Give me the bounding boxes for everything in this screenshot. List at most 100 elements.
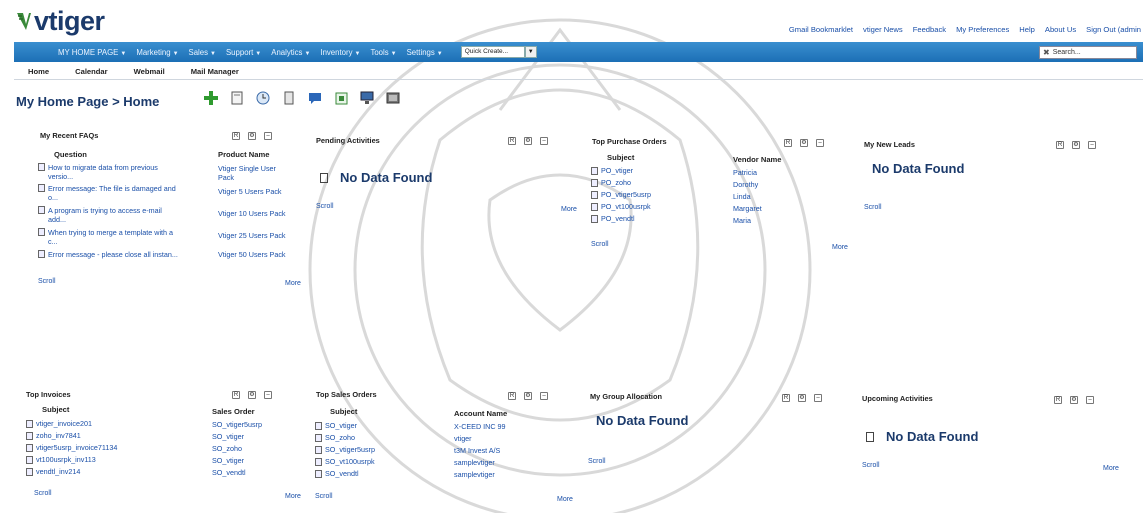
list-item[interactable]: How to migrate data from previous <box>38 163 178 172</box>
vendor-name[interactable]: Margaret <box>733 203 762 215</box>
refresh-icon[interactable]: R <box>1056 141 1064 149</box>
menu-my-home-page[interactable]: MY HOME PAGE ▼ <box>58 48 126 57</box>
more-link[interactable]: More <box>832 244 848 251</box>
list-item[interactable]: PO_vt100usrpk <box>591 201 651 213</box>
account-name[interactable]: samplevtiger <box>454 469 506 481</box>
list-item[interactable]: vendtl_inv214 <box>26 466 117 478</box>
list-item[interactable]: When trying to merge a template with a <box>38 228 178 237</box>
submenu-mail-manager[interactable]: Mail Manager <box>191 67 239 76</box>
menu-analytics[interactable]: Analytics ▼ <box>271 48 310 57</box>
scroll-link[interactable]: Scroll <box>862 462 880 469</box>
vendor-name[interactable]: Dorothy <box>733 179 762 191</box>
refresh-icon[interactable]: R <box>232 391 240 399</box>
sales-order-link[interactable]: SO_vtiger <box>212 455 262 467</box>
settings-icon[interactable]: ⚙ <box>1072 141 1080 149</box>
add-widget-icon[interactable] <box>204 90 218 106</box>
product-name[interactable]: Vtiger 50 Users Pack <box>218 250 286 260</box>
quick-create-select[interactable]: Quick Create... ▼ <box>460 46 537 58</box>
scroll-link[interactable]: Scroll <box>38 278 56 285</box>
product-name[interactable]: Vtiger 10 Users Pack <box>218 209 286 219</box>
vendor-name[interactable]: Patricia <box>733 167 762 179</box>
list-item[interactable]: PO_vtiger <box>591 165 651 177</box>
link-my-preferences[interactable]: My Preferences <box>956 25 1009 34</box>
submenu-calendar[interactable]: Calendar <box>75 67 108 76</box>
search-input[interactable]: ✖ Search... <box>1039 46 1137 59</box>
monitor-icon[interactable] <box>360 90 374 106</box>
settings-icon[interactable]: ⚙ <box>1070 396 1078 404</box>
layout-icon[interactable] <box>282 90 296 106</box>
menu-support[interactable]: Support ▼ <box>226 48 261 57</box>
list-item[interactable]: SO_vt100usrpk <box>315 456 375 468</box>
refresh-icon[interactable]: R <box>1054 396 1062 404</box>
list-item[interactable]: zoho_inv7841 <box>26 430 117 442</box>
menu-settings[interactable]: Settings ▼ <box>407 48 443 57</box>
scroll-link[interactable]: Scroll <box>316 203 334 210</box>
sales-order-link[interactable]: SO_zoho <box>212 443 262 455</box>
link-gmail-bookmarklet[interactable]: Gmail Bookmarklet <box>789 25 853 34</box>
link-feedback[interactable]: Feedback <box>913 25 946 34</box>
comment-icon[interactable] <box>308 90 322 106</box>
list-item[interactable]: Error message - please close all instan.… <box>38 250 178 259</box>
link-about-us[interactable]: About Us <box>1045 25 1076 34</box>
menu-marketing[interactable]: Marketing ▼ <box>136 48 178 57</box>
account-name[interactable]: samplevtiger <box>454 457 506 469</box>
close-icon[interactable]: – <box>264 132 272 140</box>
close-icon[interactable]: – <box>1086 396 1094 404</box>
close-icon[interactable]: – <box>1088 141 1096 149</box>
scroll-link[interactable]: Scroll <box>591 241 609 248</box>
account-name[interactable]: vtiger <box>454 433 506 445</box>
more-link[interactable]: More <box>557 496 573 503</box>
scroll-link[interactable]: Scroll <box>34 490 52 497</box>
list-item[interactable]: SO_vtiger <box>315 420 375 432</box>
settings-icon[interactable]: ⚙ <box>798 394 806 402</box>
more-link[interactable]: More <box>1103 465 1119 472</box>
account-name[interactable]: t3M Invest A/S <box>454 445 506 457</box>
list-item[interactable]: SO_vendtl <box>315 468 375 480</box>
menu-inventory[interactable]: Inventory ▼ <box>320 48 360 57</box>
dashboard-icon[interactable] <box>334 90 348 106</box>
close-icon[interactable]: – <box>814 394 822 402</box>
refresh-icon[interactable]: R <box>508 392 516 400</box>
notebook-icon[interactable] <box>230 90 244 106</box>
product-name[interactable]: Vtiger 25 Users Pack <box>218 231 286 241</box>
refresh-icon[interactable]: R <box>508 137 516 145</box>
more-link[interactable]: More <box>285 493 301 500</box>
link-help[interactable]: Help <box>1019 25 1035 34</box>
menu-tools[interactable]: Tools ▼ <box>370 48 396 57</box>
sales-order-link[interactable]: SO_vtiger <box>212 431 262 443</box>
link-sign-out[interactable]: Sign Out (admin <box>1086 25 1141 34</box>
list-item-cont[interactable]: c... <box>38 237 178 246</box>
close-icon[interactable]: – <box>816 139 824 147</box>
close-icon[interactable]: – <box>540 392 548 400</box>
close-icon[interactable]: – <box>264 391 272 399</box>
rss-feed-icon[interactable] <box>386 90 400 106</box>
scroll-link[interactable]: Scroll <box>864 204 882 211</box>
submenu-webmail[interactable]: Webmail <box>134 67 165 76</box>
list-item-cont[interactable]: versio... <box>38 172 178 181</box>
vendor-name[interactable]: Maria <box>733 215 762 227</box>
product-name[interactable]: Pack <box>218 173 286 182</box>
list-item[interactable]: Error message: The file is damaged and <box>38 184 178 193</box>
submenu-home[interactable]: Home <box>28 67 49 76</box>
chevron-down-icon[interactable]: ▼ <box>524 46 537 58</box>
link-vtiger-news[interactable]: vtiger News <box>863 25 903 34</box>
list-item-cont[interactable]: o... <box>38 193 178 202</box>
scroll-link[interactable]: Scroll <box>588 458 606 465</box>
list-item[interactable]: vt100usrpk_inv113 <box>26 454 117 466</box>
list-item[interactable]: A program is trying to access e-mail <box>38 206 178 215</box>
list-item[interactable]: vtiger5usrp_invoice71134 <box>26 442 117 454</box>
list-item-cont[interactable]: add... <box>38 215 178 224</box>
settings-icon[interactable]: ⚙ <box>248 391 256 399</box>
sales-order-link[interactable]: SO_vtiger5usrp <box>212 419 262 431</box>
list-item[interactable]: vtiger_invoice201 <box>26 418 117 430</box>
sales-order-link[interactable]: SO_vendtl <box>212 467 262 479</box>
settings-icon[interactable]: ⚙ <box>248 132 256 140</box>
settings-icon[interactable]: ⚙ <box>524 392 532 400</box>
refresh-icon[interactable]: R <box>782 394 790 402</box>
more-link[interactable]: More <box>561 206 577 213</box>
settings-icon[interactable]: ⚙ <box>800 139 808 147</box>
list-item[interactable]: SO_vtiger5usrp <box>315 444 375 456</box>
account-name[interactable]: X-CEED INC 99 <box>454 421 506 433</box>
list-item[interactable]: SO_zoho <box>315 432 375 444</box>
list-item[interactable]: PO_vendtl <box>591 213 651 225</box>
